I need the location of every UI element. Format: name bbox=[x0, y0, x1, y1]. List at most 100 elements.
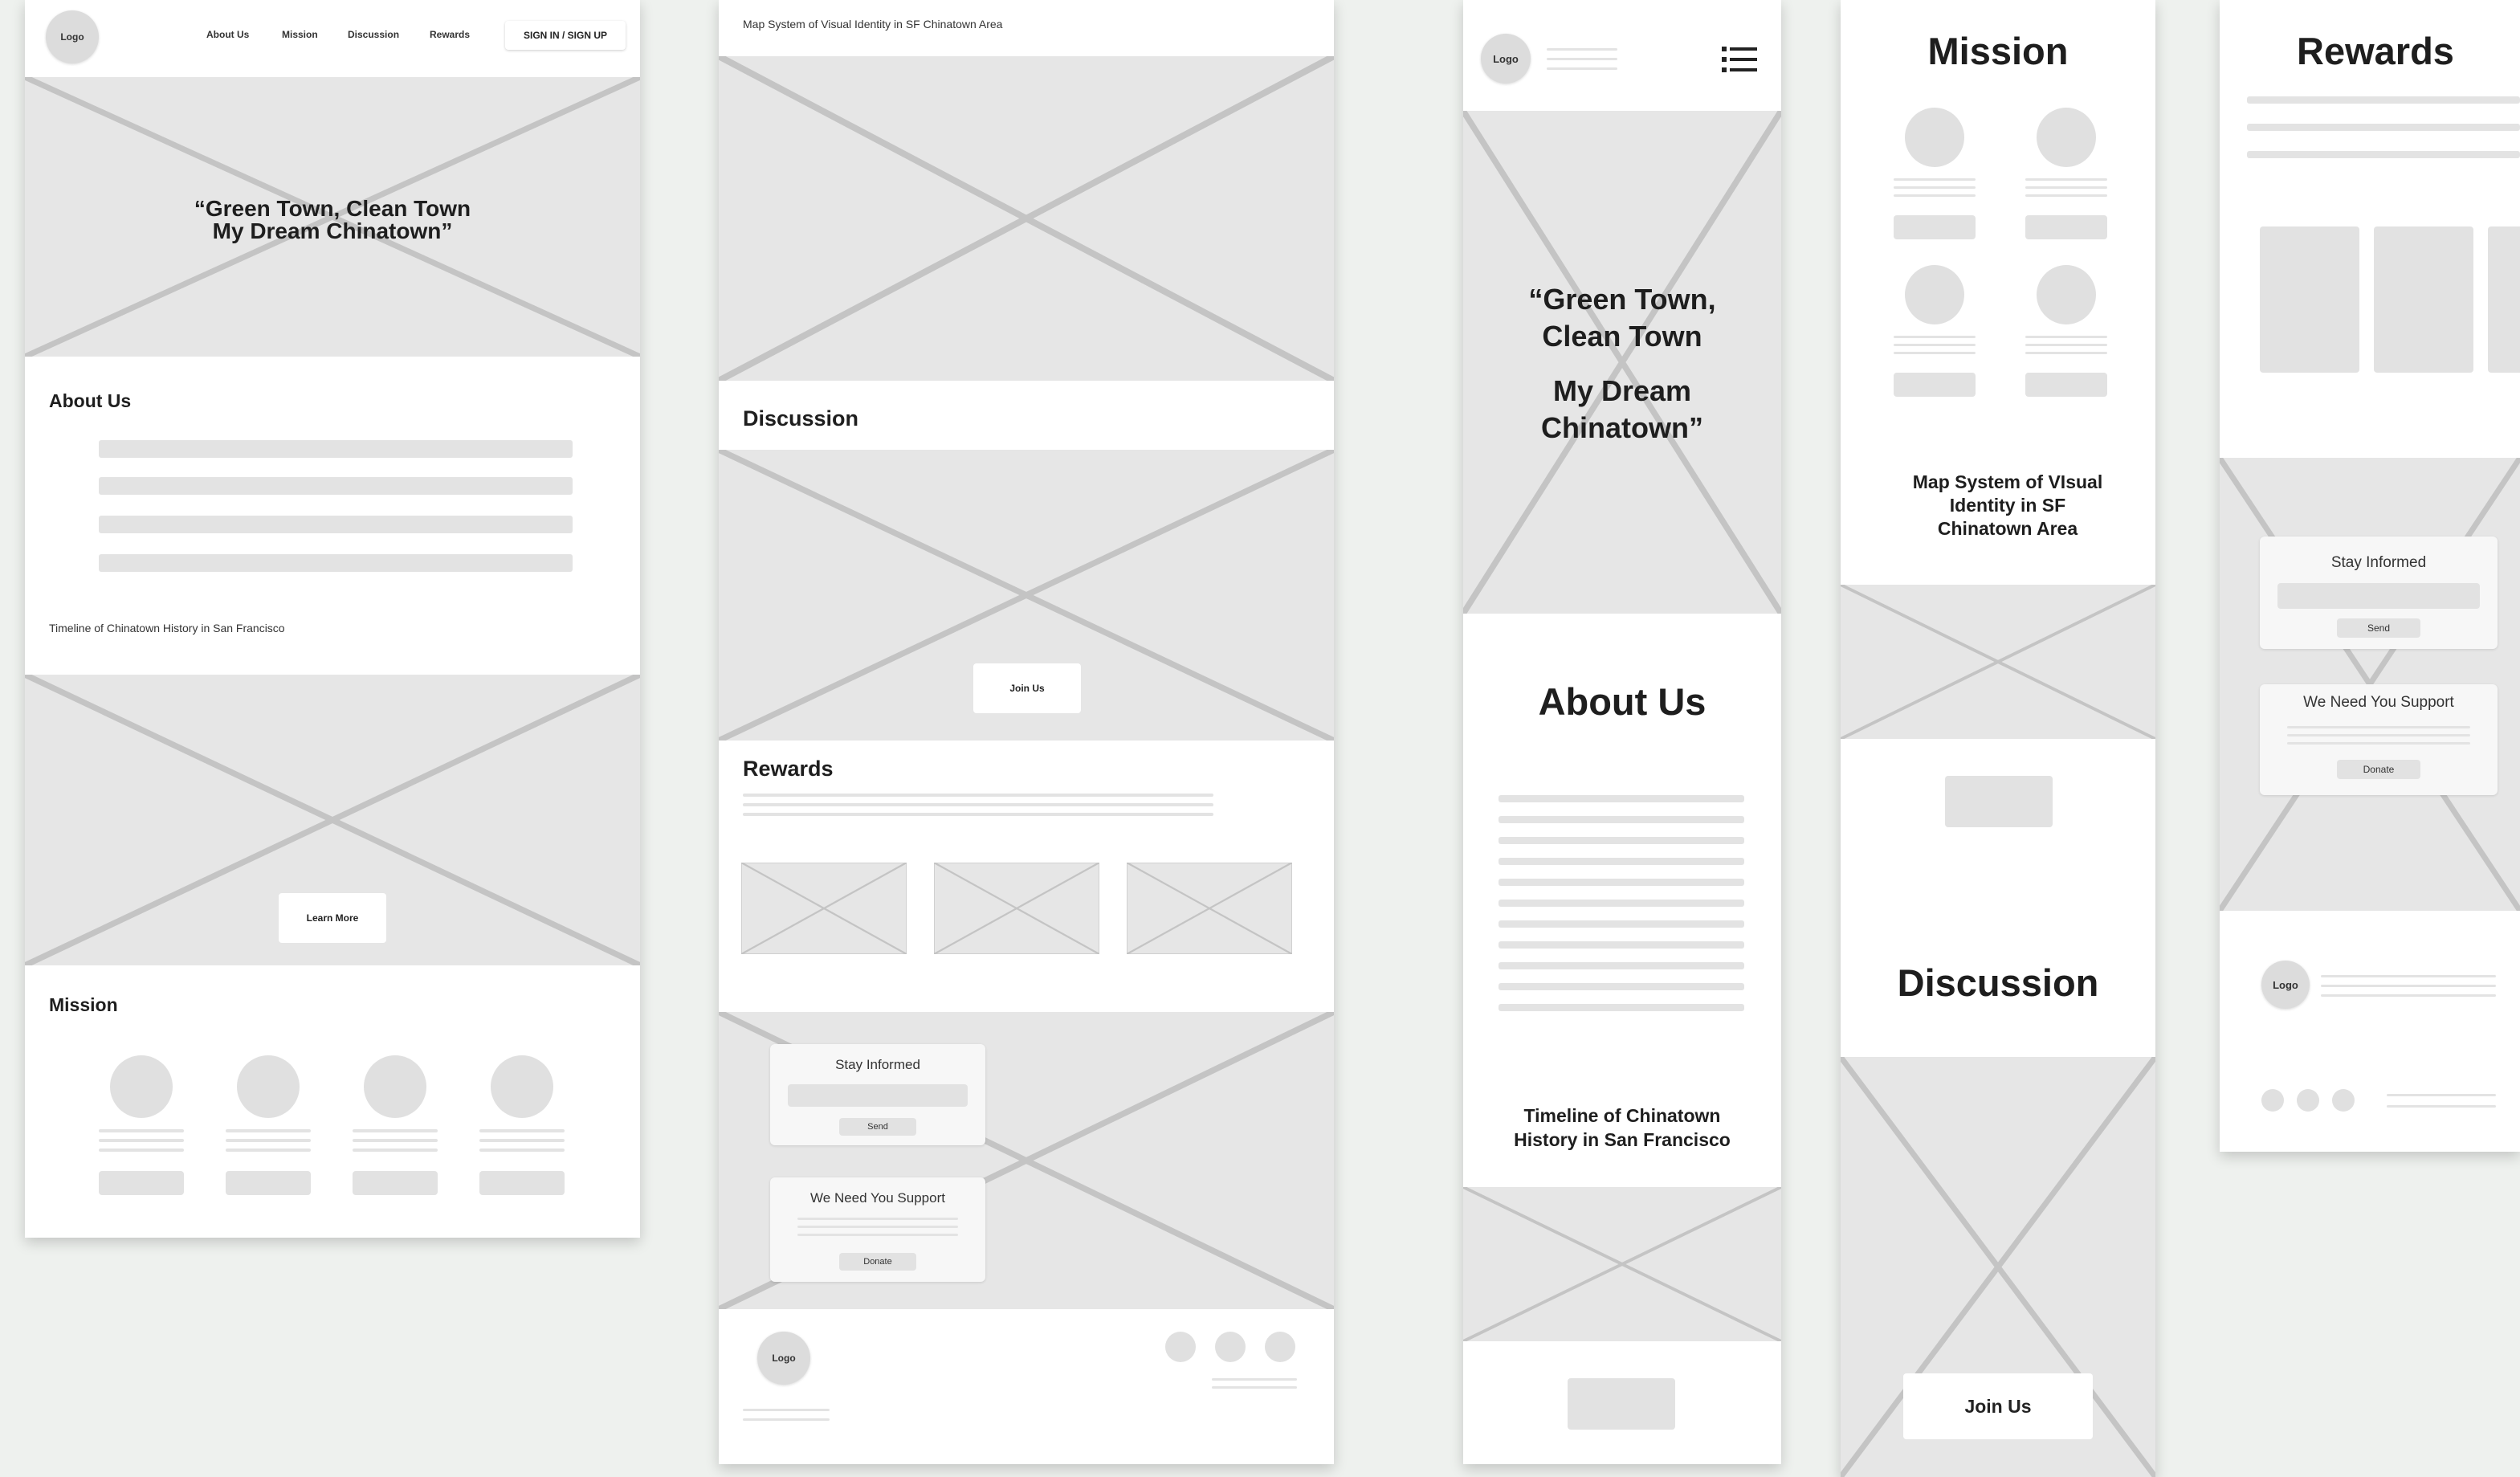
text-line bbox=[797, 1234, 958, 1236]
placeholder-cross bbox=[1127, 863, 1292, 954]
timeline-image: Learn More bbox=[25, 675, 640, 965]
support-card: We Need You Support Donate bbox=[770, 1177, 985, 1282]
mission-button-placeholder[interactable] bbox=[99, 1171, 184, 1195]
text-line bbox=[2321, 975, 2496, 977]
hero-title: “Green Town, Clean Town My Dream Chinato… bbox=[1528, 283, 1716, 444]
mission-button-placeholder[interactable] bbox=[353, 1171, 438, 1195]
social-icon[interactable] bbox=[1265, 1332, 1295, 1362]
rewards-heading: Rewards bbox=[2297, 30, 2454, 72]
about-heading: About Us bbox=[1538, 680, 1707, 723]
text-line bbox=[1547, 67, 1617, 70]
nav-discussion[interactable]: Discussion bbox=[348, 29, 399, 40]
text-line bbox=[2321, 994, 2496, 997]
text-line bbox=[1499, 920, 1744, 928]
reward-item[interactable] bbox=[2488, 226, 2520, 373]
mission-button-placeholder[interactable] bbox=[226, 1171, 311, 1195]
reward-item[interactable] bbox=[2260, 226, 2359, 373]
text-line bbox=[99, 1129, 184, 1132]
text-line bbox=[2387, 1105, 2496, 1108]
timeline-image bbox=[1463, 1187, 1781, 1341]
text-line bbox=[1212, 1378, 1297, 1381]
social-icon[interactable] bbox=[2297, 1089, 2319, 1112]
text-line bbox=[797, 1226, 958, 1228]
mission-button-placeholder[interactable] bbox=[2025, 373, 2107, 397]
social-icon[interactable] bbox=[1215, 1332, 1246, 1362]
reward-item[interactable] bbox=[2374, 226, 2473, 373]
send-button[interactable]: Send bbox=[839, 1118, 916, 1136]
nav-about[interactable]: About Us bbox=[206, 29, 249, 40]
mission-button-placeholder[interactable] bbox=[1894, 373, 1976, 397]
placeholder-cross bbox=[934, 863, 1099, 954]
text-line bbox=[2247, 151, 2520, 158]
social-icon[interactable] bbox=[1165, 1332, 1196, 1362]
menu-icon[interactable] bbox=[1722, 45, 1757, 74]
mission-icon bbox=[2037, 108, 2096, 167]
nav-rewards[interactable]: Rewards bbox=[430, 29, 470, 40]
email-input[interactable] bbox=[788, 1084, 968, 1107]
social-icon[interactable] bbox=[2332, 1089, 2355, 1112]
logo[interactable]: Logo bbox=[1481, 34, 1531, 84]
text-line bbox=[2025, 194, 2107, 197]
donate-button[interactable]: Donate bbox=[2337, 760, 2420, 779]
text-line bbox=[99, 440, 573, 458]
text-line bbox=[2287, 726, 2470, 728]
logo[interactable]: Logo bbox=[46, 10, 99, 63]
text-line bbox=[353, 1129, 438, 1132]
map-title: Map System of VIsual Identity in SF Chin… bbox=[1912, 471, 2103, 539]
text-line bbox=[1894, 178, 1976, 181]
mission-heading: Mission bbox=[49, 994, 118, 1015]
support-section: Stay Informed Send We Need You Support D… bbox=[2220, 458, 2520, 911]
mission-heading: Mission bbox=[1927, 30, 2069, 72]
text-line bbox=[1499, 941, 1744, 949]
text-line bbox=[2247, 96, 2520, 104]
mission-icon bbox=[1905, 108, 1964, 167]
text-line bbox=[1894, 344, 1976, 346]
reward-image[interactable] bbox=[741, 863, 907, 954]
mission-button-placeholder[interactable] bbox=[2025, 215, 2107, 239]
reward-image[interactable] bbox=[934, 863, 1099, 954]
text-line bbox=[479, 1149, 565, 1152]
text-line bbox=[797, 1218, 958, 1220]
text-line bbox=[2387, 1094, 2496, 1096]
map-title: Map System of Visual Identity in SF Chin… bbox=[743, 18, 1003, 31]
nav-mission[interactable]: Mission bbox=[282, 29, 318, 40]
map-image bbox=[1841, 585, 2155, 739]
placeholder-cross bbox=[719, 56, 1334, 381]
text-line bbox=[1894, 336, 1976, 338]
text-line bbox=[2025, 336, 2107, 338]
mission-icon bbox=[2037, 265, 2096, 324]
learn-more-button-placeholder[interactable] bbox=[1568, 1378, 1675, 1430]
text-line bbox=[743, 1409, 830, 1411]
send-button[interactable]: Send bbox=[2337, 618, 2420, 638]
text-line bbox=[2025, 186, 2107, 189]
hero-image: “Green Town, Clean Town My Dream Chinato… bbox=[1463, 111, 1781, 614]
mission-button-placeholder[interactable] bbox=[479, 1171, 565, 1195]
join-us-button[interactable]: Join Us bbox=[1903, 1373, 2093, 1439]
text-line bbox=[743, 1418, 830, 1421]
stay-informed-title: Stay Informed bbox=[835, 1057, 920, 1072]
footer-logo[interactable]: Logo bbox=[2261, 961, 2310, 1009]
text-line bbox=[1894, 194, 1976, 197]
mission-button-placeholder[interactable] bbox=[1894, 215, 1976, 239]
social-icon[interactable] bbox=[2261, 1089, 2284, 1112]
placeholder-cross bbox=[1841, 585, 2155, 739]
text-line bbox=[353, 1149, 438, 1152]
map-button-placeholder[interactable] bbox=[1945, 776, 2053, 827]
text-line bbox=[2321, 985, 2496, 987]
support-section: Stay Informed Send We Need You Support D… bbox=[719, 1012, 1334, 1309]
text-line bbox=[1499, 816, 1744, 823]
text-line bbox=[1547, 48, 1617, 51]
text-line bbox=[99, 477, 573, 495]
donate-button[interactable]: Donate bbox=[839, 1253, 916, 1271]
join-us-button[interactable]: Join Us bbox=[973, 663, 1081, 713]
text-line bbox=[743, 794, 1213, 797]
footer-logo[interactable]: Logo bbox=[757, 1332, 810, 1385]
reward-image[interactable] bbox=[1127, 863, 1292, 954]
stay-informed-card: Stay Informed Send bbox=[770, 1044, 985, 1145]
text-line bbox=[479, 1129, 565, 1132]
sign-in-button[interactable]: SIGN IN / SIGN UP bbox=[505, 21, 626, 50]
learn-more-button[interactable]: Learn More bbox=[279, 893, 386, 943]
text-line bbox=[1499, 858, 1744, 865]
timeline-caption: Timeline of Chinatown History in San Fra… bbox=[1514, 1105, 1731, 1150]
email-input[interactable] bbox=[2277, 583, 2480, 609]
